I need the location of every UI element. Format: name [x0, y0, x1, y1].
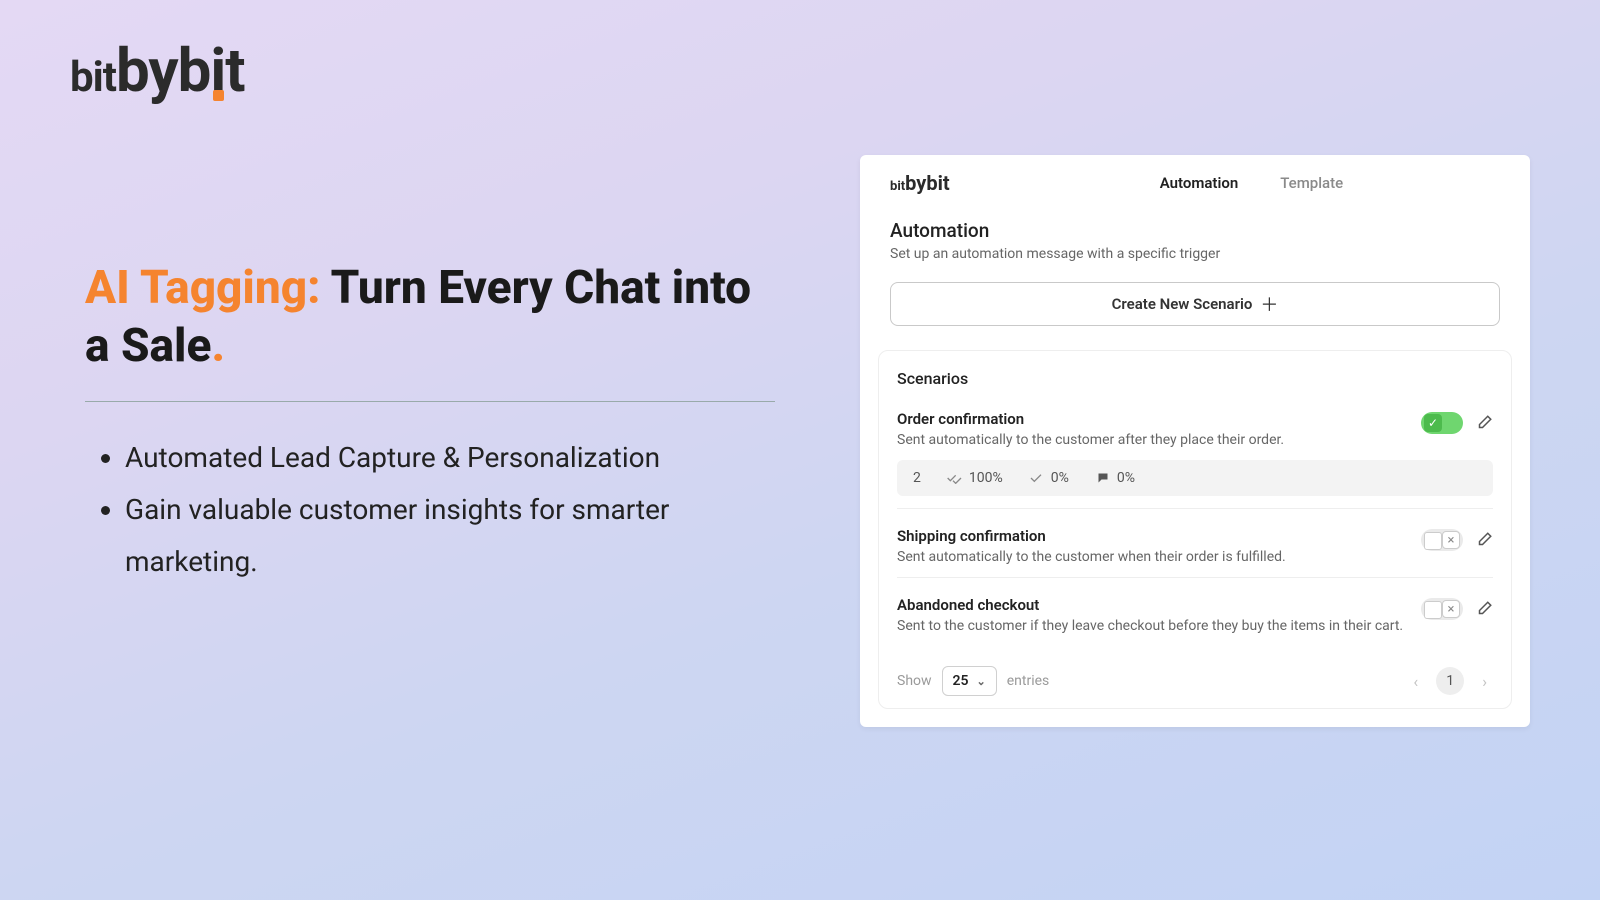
scenario-title: Shipping confirmation	[897, 527, 1493, 545]
stat-read: 0%	[1029, 470, 1069, 486]
plus-icon: ＋	[1260, 291, 1278, 317]
tab-template[interactable]: Template	[1280, 174, 1343, 192]
stat-read-value: 0%	[1051, 470, 1069, 486]
chevron-down-icon: ⌄	[977, 675, 986, 688]
headline-divider	[85, 401, 775, 402]
scenario-row: Abandoned checkout Sent to the customer …	[897, 577, 1493, 646]
scenarios-panel: Scenarios Order confirmation Sent automa…	[878, 350, 1512, 709]
scenario-row: Order confirmation Sent automatically to…	[897, 404, 1493, 508]
page-size-value: 25	[953, 673, 969, 689]
app-header: bitbybit Automation Template	[860, 155, 1530, 209]
chat-icon	[1095, 472, 1111, 484]
edit-icon[interactable]	[1475, 414, 1493, 432]
stat-delivered-value: 100%	[969, 470, 1003, 486]
bullet-item: Gain valuable customer insights for smar…	[125, 484, 775, 588]
scenario-desc: Sent automatically to the customer after…	[897, 432, 1493, 448]
section-subtitle: Set up an automation message with a spec…	[890, 246, 1500, 262]
scenario-row: Shipping confirmation Sent automatically…	[897, 508, 1493, 577]
stat-replied-value: 0%	[1117, 470, 1135, 486]
app-logo-by: by	[905, 171, 926, 195]
app-logo-bit2: bit	[926, 171, 949, 195]
page-headline: AI Tagging: Turn Every Chat into a Sale.	[85, 260, 775, 395]
brand-logo: bitbybit	[70, 35, 245, 106]
check-icon	[1029, 472, 1045, 484]
double-check-icon	[947, 472, 963, 484]
scenario-title: Order confirmation	[897, 410, 1493, 428]
headline-prefix: AI Tagging:	[85, 261, 320, 315]
page-size-select[interactable]: 25 ⌄	[942, 666, 997, 696]
app-logo-bit1: bit	[890, 179, 905, 194]
pager-current[interactable]: 1	[1436, 667, 1464, 695]
marketing-block: AI Tagging: Turn Every Chat into a Sale.…	[85, 260, 775, 587]
headline-dot: .	[211, 319, 225, 373]
pagination: Show 25 ⌄ entries ‹ 1 ›	[897, 652, 1493, 696]
stat-count-value: 2	[913, 470, 921, 486]
feature-bullets: Automated Lead Capture & Personalization…	[85, 432, 775, 587]
scenario-toggle[interactable]	[1421, 598, 1463, 620]
pager-prev[interactable]: ‹	[1407, 668, 1424, 695]
pager-entries-label: entries	[1007, 673, 1050, 689]
scenario-desc: Sent to the customer if they leave check…	[897, 618, 1493, 634]
edit-icon[interactable]	[1475, 531, 1493, 549]
stat-replied: 0%	[1095, 470, 1135, 486]
pager-next[interactable]: ›	[1476, 668, 1493, 695]
scenario-desc: Sent automatically to the customer when …	[897, 549, 1493, 565]
section-header: Automation Set up an automation message …	[860, 209, 1530, 262]
logo-part-by: by	[116, 35, 178, 106]
scenario-title: Abandoned checkout	[897, 596, 1493, 614]
scenario-toggle[interactable]	[1421, 529, 1463, 551]
scenario-toggle[interactable]	[1421, 412, 1463, 434]
app-logo: bitbybit	[890, 171, 950, 195]
logo-part-bit1: bit	[70, 53, 116, 102]
stat-count: 2	[913, 470, 921, 486]
logo-part-bit2: bit	[178, 35, 245, 106]
app-card: bitbybit Automation Template Automation …	[860, 155, 1530, 727]
tab-automation[interactable]: Automation	[1160, 174, 1239, 192]
scenario-stats: 2 100% 0% 0%	[897, 460, 1493, 496]
create-scenario-label: Create New Scenario	[1112, 295, 1253, 313]
bullet-item: Automated Lead Capture & Personalization	[125, 432, 775, 484]
scenarios-heading: Scenarios	[897, 369, 1493, 388]
pager-show-label: Show	[897, 673, 932, 689]
stat-delivered: 100%	[947, 470, 1003, 486]
edit-icon[interactable]	[1475, 600, 1493, 618]
nav-tabs: Automation Template	[1160, 174, 1343, 192]
section-title: Automation	[890, 219, 1500, 242]
create-scenario-button[interactable]: Create New Scenario ＋	[890, 282, 1500, 326]
